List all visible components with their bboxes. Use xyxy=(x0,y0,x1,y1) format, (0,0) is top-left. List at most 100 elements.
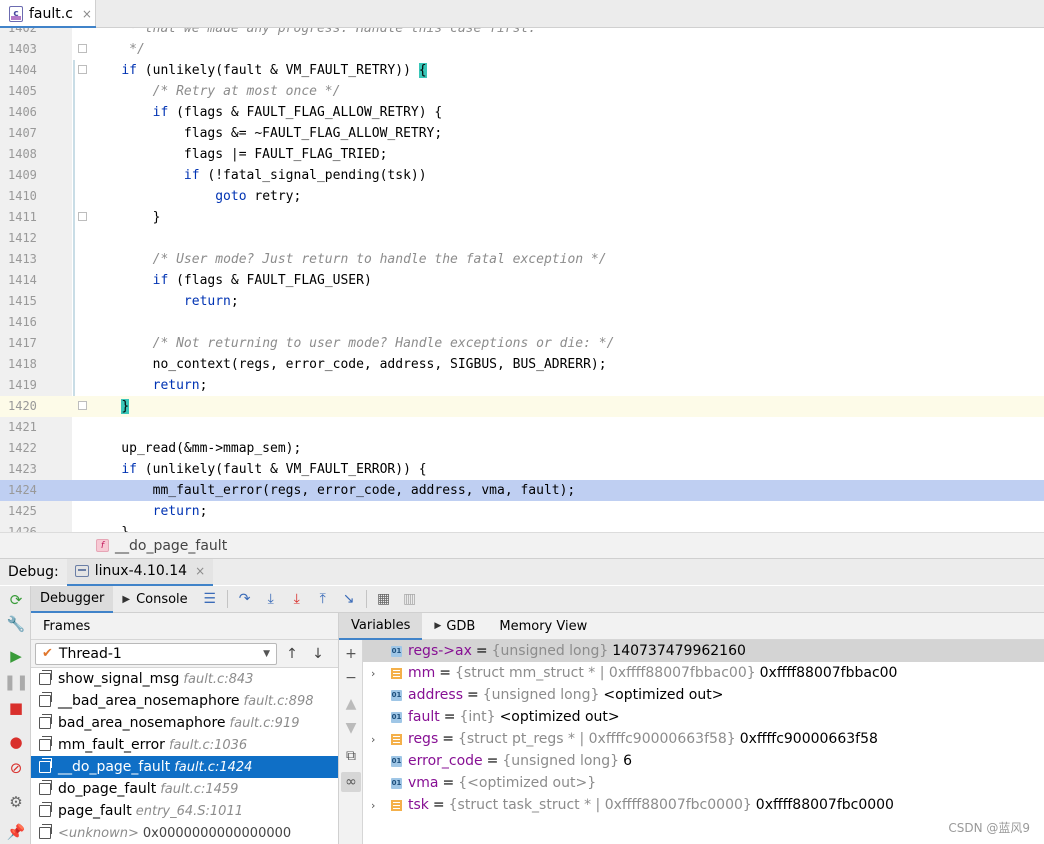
pause-icon[interactable]: ❚❚ xyxy=(3,672,28,692)
line-number[interactable]: 1413 xyxy=(0,249,62,270)
code-line[interactable]: 1406 if (flags & FAULT_FLAG_ALLOW_RETRY)… xyxy=(0,102,1044,123)
code-line[interactable]: 1415 return; xyxy=(0,291,1044,312)
code-line[interactable]: 1416 xyxy=(0,312,1044,333)
code-line[interactable]: 1419 return; xyxy=(0,375,1044,396)
rerun-icon[interactable]: ⟳ xyxy=(6,590,26,610)
fold-marker[interactable] xyxy=(78,401,87,410)
line-number[interactable]: 1403 xyxy=(0,39,62,60)
view-breakpoints-icon[interactable]: ● xyxy=(6,732,26,752)
line-number[interactable]: 1425 xyxy=(0,501,62,522)
line-number[interactable]: 1423 xyxy=(0,459,62,480)
line-number[interactable]: 1415 xyxy=(0,291,62,312)
line-number[interactable]: 1417 xyxy=(0,333,62,354)
code-line[interactable]: 1404 if (unlikely(fault & VM_FAULT_RETRY… xyxy=(0,60,1044,81)
expand-arrow-icon[interactable]: › xyxy=(371,733,375,746)
line-number[interactable]: 1424 xyxy=(0,480,62,501)
previous-frame-icon[interactable]: ↑ xyxy=(281,643,303,665)
tab-variables[interactable]: Variables xyxy=(339,612,423,640)
tab-gdb[interactable]: ▶ GDB xyxy=(422,613,487,640)
code-line[interactable]: 1417 /* Not returning to user mode? Hand… xyxy=(0,333,1044,354)
code-line[interactable]: 1411 } xyxy=(0,207,1044,228)
variable-row[interactable]: 01 error_code = {unsigned long} 6 xyxy=(363,750,1044,772)
copy-icon[interactable]: ⧉ xyxy=(341,746,361,766)
editor-tab-fault-c[interactable]: c fault.c × xyxy=(0,0,96,29)
stack-frame[interactable]: do_page_fault fault.c:1459 xyxy=(31,778,338,800)
line-number[interactable]: 1407 xyxy=(0,123,62,144)
wrench-icon[interactable]: 🔧 xyxy=(6,614,26,634)
tab-debugger[interactable]: Debugger xyxy=(31,585,114,613)
variable-row[interactable]: › regs = {struct pt_regs * | 0xffffc9000066… xyxy=(363,728,1044,750)
fold-marker[interactable] xyxy=(78,212,87,221)
line-number[interactable]: 1402 xyxy=(0,28,62,39)
code-line[interactable]: 1407 flags &= ~FAULT_FLAG_ALLOW_RETRY; xyxy=(0,123,1044,144)
code-line[interactable]: 1402 * that we made any progress. Handle… xyxy=(0,28,1044,39)
stack-frame[interactable]: show_signal_msg fault.c:843 xyxy=(31,668,338,690)
close-debug-tab-icon[interactable]: × xyxy=(195,564,205,578)
code-line[interactable]: 1408 flags |= FAULT_FLAG_TRIED; xyxy=(0,144,1044,165)
line-number[interactable]: 1414 xyxy=(0,270,62,291)
debug-config-tab[interactable]: linux-4.10.14 × xyxy=(66,558,214,586)
stack-frame[interactable]: <unknown> 0x0000000000000000 xyxy=(31,822,338,844)
frame-breadcrumb[interactable]: f __do_page_fault xyxy=(0,532,1044,558)
line-number[interactable]: 1416 xyxy=(0,312,62,333)
code-line[interactable]: 1418 no_context(regs, error_code, addres… xyxy=(0,354,1044,375)
stack-frame[interactable]: page_fault entry_64.S:1011 xyxy=(31,800,338,822)
stack-frame[interactable]: __bad_area_nosemaphore fault.c:898 xyxy=(31,690,338,712)
code-line[interactable]: 1413 /* User mode? Just return to handle… xyxy=(0,249,1044,270)
variable-row[interactable]: 01 fault = {int} <optimized out> xyxy=(363,706,1044,728)
line-number[interactable]: 1410 xyxy=(0,186,62,207)
variable-row[interactable]: 01 vma = {<optimized out>} xyxy=(363,772,1044,794)
variable-row[interactable]: › tsk = {struct task_struct * | 0xffff88007… xyxy=(363,794,1044,816)
add-watch-icon[interactable]: + xyxy=(341,644,361,664)
mute-breakpoints-icon[interactable]: ⊘ xyxy=(6,758,26,778)
stack-frame[interactable]: bad_area_nosemaphore fault.c:919 xyxy=(31,712,338,734)
expand-arrow-icon[interactable]: › xyxy=(371,667,375,680)
code-line[interactable]: 1409 if (!fatal_signal_pending(tsk)) xyxy=(0,165,1044,186)
line-number[interactable]: 1408 xyxy=(0,144,62,165)
line-number[interactable]: 1418 xyxy=(0,354,62,375)
code-line[interactable]: 1412 xyxy=(0,228,1044,249)
settings-gear-icon[interactable]: ⚙ xyxy=(6,792,26,812)
thread-dropdown[interactable]: ✔ Thread-1 ▼ xyxy=(35,642,277,665)
line-number[interactable]: 1422 xyxy=(0,438,62,459)
code-line[interactable]: 1410 goto retry; xyxy=(0,186,1044,207)
line-number[interactable]: 1426 xyxy=(0,522,62,532)
tab-console[interactable]: ▶ Console xyxy=(113,586,196,613)
expand-arrow-icon[interactable]: › xyxy=(371,799,375,812)
variable-row[interactable]: 01 address = {unsigned long} <optimized out> xyxy=(363,684,1044,706)
code-editor[interactable]: 1402 * that we made any progress. Handle… xyxy=(0,28,1044,532)
step-into-icon[interactable]: ⤓ xyxy=(260,588,282,610)
line-number[interactable]: 1406 xyxy=(0,102,62,123)
next-frame-icon[interactable]: ↓ xyxy=(307,643,329,665)
run-to-cursor-icon[interactable]: ↘ xyxy=(338,588,360,610)
line-number[interactable]: 1420 xyxy=(0,396,62,417)
close-tab-icon[interactable]: × xyxy=(82,7,92,21)
step-over-icon[interactable]: ↷ xyxy=(234,588,256,610)
variable-row[interactable]: 01 regs->ax = {unsigned long} 14073747996216… xyxy=(363,640,1044,662)
code-line[interactable]: 1426 } xyxy=(0,522,1044,532)
line-number[interactable]: 1405 xyxy=(0,81,62,102)
line-number[interactable]: 1411 xyxy=(0,207,62,228)
code-line[interactable]: 1424 mm_fault_error(regs, error_code, ad… xyxy=(0,480,1044,501)
code-line[interactable]: 1414 if (flags & FAULT_FLAG_USER) xyxy=(0,270,1044,291)
evaluate-expression-icon[interactable]: ▦ xyxy=(373,588,395,610)
tab-memory-view[interactable]: Memory View xyxy=(487,613,599,640)
stack-frame[interactable]: mm_fault_error fault.c:1036 xyxy=(31,734,338,756)
stop-icon[interactable]: ■ xyxy=(6,698,26,718)
code-line[interactable]: 1425 return; xyxy=(0,501,1044,522)
code-line[interactable]: 1420 } xyxy=(0,396,1044,417)
line-number[interactable]: 1421 xyxy=(0,417,62,438)
code-line[interactable]: 1422 up_read(&mm->mmap_sem); xyxy=(0,438,1044,459)
move-up-icon[interactable]: ▲ xyxy=(341,694,361,714)
layout-menu-icon[interactable]: ☰ xyxy=(199,588,221,610)
line-number[interactable]: 1404 xyxy=(0,60,62,81)
remove-watch-icon[interactable]: − xyxy=(341,668,361,688)
force-step-into-icon[interactable]: ⤓ xyxy=(286,588,308,610)
move-down-icon[interactable]: ▼ xyxy=(341,718,361,738)
code-line[interactable]: 1405 /* Retry at most once */ xyxy=(0,81,1044,102)
resume-icon[interactable]: ▶ xyxy=(6,646,26,666)
step-out-icon[interactable]: ⤒ xyxy=(312,588,334,610)
line-number[interactable]: 1409 xyxy=(0,165,62,186)
code-line[interactable]: 1423 if (unlikely(fault & VM_FAULT_ERROR… xyxy=(0,459,1044,480)
fold-marker[interactable] xyxy=(78,65,87,74)
